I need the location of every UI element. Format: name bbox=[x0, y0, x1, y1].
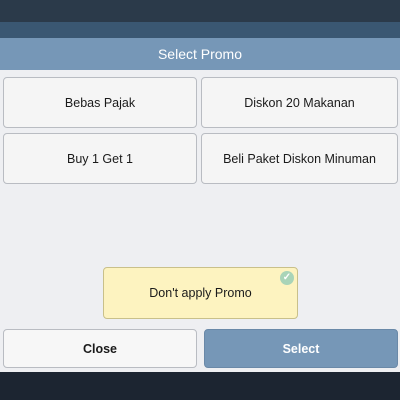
select-button[interactable]: Select bbox=[204, 329, 398, 368]
promo-option-bebas-pajak[interactable]: Bebas Pajak bbox=[3, 77, 197, 128]
select-promo-dialog: Select Promo Bebas Pajak Diskon 20 Makan… bbox=[0, 38, 400, 372]
dont-apply-promo-option[interactable]: Don't apply Promo ✓ bbox=[103, 267, 298, 319]
dialog-title: Select Promo bbox=[0, 38, 400, 70]
promo-option-diskon-20-makanan[interactable]: Diskon 20 Makanan bbox=[201, 77, 398, 128]
check-icon: ✓ bbox=[280, 271, 294, 285]
dont-apply-promo-label: Don't apply Promo bbox=[149, 286, 252, 300]
promo-option-buy-1-get-1[interactable]: Buy 1 Get 1 bbox=[3, 133, 197, 184]
promo-option-beli-paket-diskon-minuman[interactable]: Beli Paket Diskon Minuman bbox=[201, 133, 398, 184]
background-footer bbox=[0, 372, 400, 400]
close-button[interactable]: Close bbox=[3, 329, 197, 368]
